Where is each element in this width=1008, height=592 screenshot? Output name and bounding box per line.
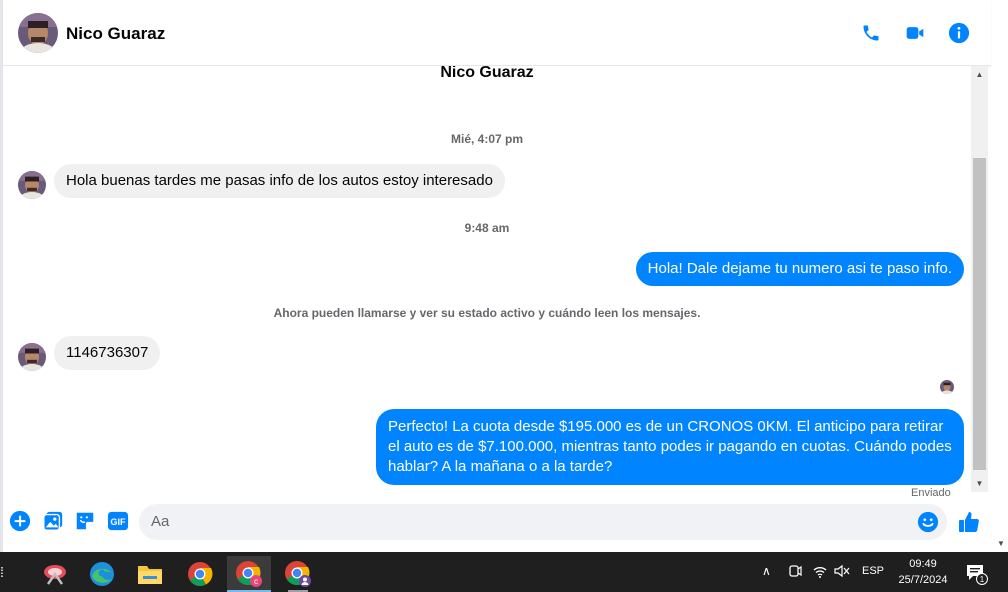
scroll-up-arrow[interactable]: ▲ [971,66,988,83]
gif-icon: GIF [107,511,129,531]
phone-icon [863,25,879,41]
gif-button[interactable]: GIF [106,510,130,532]
clock-date: 25/7/2024 [898,574,948,586]
emoji-button[interactable] [917,511,939,533]
more-actions-button[interactable] [9,510,31,532]
page-scroll-down-arrow[interactable]: ▼ [994,536,1008,550]
video-call-button[interactable] [902,20,928,46]
call-button[interactable] [858,20,884,46]
clock[interactable]: 09:49 25/7/2024 [888,556,958,588]
clock-time: 09:49 [909,558,937,570]
info-button[interactable] [946,20,972,46]
message-bubble-outgoing[interactable]: Perfecto! La cuota desde $195.000 es de … [376,409,964,485]
image-icon [43,511,63,531]
message-input[interactable]: Aa [139,504,947,540]
emoji-icon [917,511,939,533]
chevron-up-icon[interactable]: ∧ [762,564,771,578]
notification-count: 1 [980,575,985,584]
sticker-button[interactable] [74,510,96,532]
chat-header: Nico Guaraz [3,0,991,66]
attach-image-button[interactable] [42,510,64,532]
plus-icon [9,510,31,532]
send-like-button[interactable] [956,509,982,535]
thread-scrollbar[interactable]: ▲ ▼ [971,66,988,492]
gif-label: GIF [110,517,126,527]
notification-icon: 1 [967,565,988,585]
sent-status: Enviado [911,487,951,498]
sender-avatar[interactable] [18,343,46,371]
svg-text:c: c [254,577,258,586]
video-camera-icon [906,27,924,39]
edge-icon [90,562,114,586]
task-view-icon[interactable]: ⁞ [0,564,12,580]
snipping-tool-icon [44,565,66,585]
scroll-thumb[interactable] [973,158,986,470]
windows-taskbar: ⁞ c [0,552,1008,592]
scroll-down-arrow[interactable]: ▼ [971,475,988,492]
sticker-icon [76,512,94,530]
composer-bar: GIF Aa [3,498,1008,548]
message-input-placeholder: Aa [151,513,170,530]
chrome-profile-icon [285,561,311,587]
taskbar-app-file-explorer[interactable] [128,556,172,592]
sender-avatar[interactable] [18,171,46,199]
info-icon [948,22,970,44]
chrome-icon [188,562,213,587]
message-bubble-incoming[interactable]: Hola buenas tardes me pasas info de los … [54,164,505,198]
contact-avatar[interactable] [18,13,58,53]
privacy-notice: Ahora pueden llamarse y ver su estado ac… [273,306,701,320]
chrome-profile-icon: c [236,561,262,587]
thread-title: Nico Guaraz [440,66,534,81]
seen-indicator-avatar [940,380,954,394]
message-thread[interactable]: Nico Guaraz Mié, 4:07 pm Hola buenas tar… [3,66,971,498]
volume-muted-icon[interactable] [834,564,850,581]
meet-now-icon[interactable] [788,564,802,581]
notifications-button[interactable]: 1 [964,561,988,585]
like-icon [959,512,979,532]
taskbar-app-chrome-profile-2[interactable] [276,556,320,592]
taskbar-app-snipping-tool[interactable] [33,556,77,592]
message-bubble-outgoing[interactable]: Hola! Dale dejame tu numero asi te paso … [635,252,964,286]
taskbar-app-chrome[interactable] [178,556,222,592]
folder-icon [138,566,162,584]
contact-name[interactable]: Nico Guaraz [66,24,165,44]
wifi-icon[interactable] [812,564,828,581]
timestamp: 9:48 am [464,221,510,235]
messenger-window: Nico Guaraz Nico Guaraz Mié, 4:07 pm Hol… [0,0,1008,552]
message-bubble-incoming[interactable]: 1146736307 [54,336,161,370]
language-indicator[interactable]: ESP [862,565,884,577]
taskbar-app-chrome-profile-c[interactable]: c [227,556,271,592]
taskbar-app-edge[interactable] [80,556,124,592]
timestamp: Mié, 4:07 pm [450,132,524,146]
